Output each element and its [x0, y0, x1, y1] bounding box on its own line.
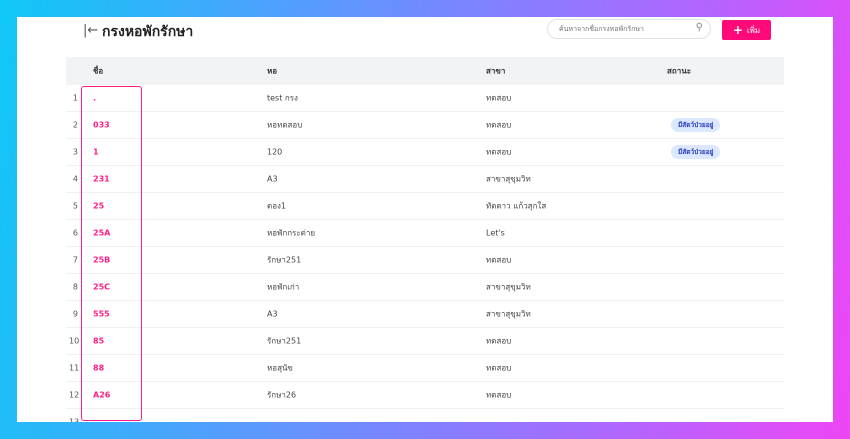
hall-cell: รักษา251: [267, 255, 302, 265]
row-index: 7: [72, 255, 78, 265]
hall-cell: รักษา26: [267, 390, 297, 400]
table-row[interactable]: 6 25A หอพักกระต่าย Let's: [66, 220, 784, 247]
table-row[interactable]: 9 555 A3 สาขาสุขุมวิท: [66, 301, 784, 328]
row-index: 2: [72, 120, 78, 130]
cage-name-link[interactable]: 25: [93, 202, 104, 211]
branch-cell: สาขาสุขุมวิท: [486, 309, 531, 319]
hall-cell: หอพักเก่า: [267, 282, 300, 292]
column-header-name[interactable]: ชื่อ: [93, 65, 103, 78]
cage-name-link[interactable]: 88: [93, 364, 104, 373]
table-row[interactable]: 1. test กรง ทดสอบ: [66, 85, 784, 112]
row-index: 9: [72, 309, 78, 319]
table-row[interactable]: 7 25B รักษา251 ทดสอบ: [66, 247, 784, 274]
branch-cell: ทดสอบ: [486, 390, 512, 400]
branch-cell: ทดสอบ: [486, 336, 512, 346]
row-index: 8: [72, 282, 78, 292]
status-badge: มีสัตว์ป่วยอยู่: [671, 145, 721, 159]
cage-name-link[interactable]: .: [93, 94, 96, 103]
row-index: 4: [72, 174, 78, 184]
table-row[interactable]: 4 231 A3 สาขาสุขุมวิท: [66, 166, 784, 193]
branch-cell: ทดสอบ: [486, 363, 512, 373]
branch-cell: ทดสอบ: [486, 120, 512, 130]
hall-cell: หอทดสอบ: [267, 120, 303, 130]
cage-name-link[interactable]: 25C: [93, 283, 110, 292]
row-index: 6: [72, 228, 78, 238]
search-input[interactable]: [557, 24, 691, 34]
row-index: 13: [69, 417, 80, 423]
cage-name-link[interactable]: A26: [93, 391, 110, 400]
hall-cell: test กรง: [267, 93, 298, 103]
branch-cell: สาขาสุขุมวิท: [486, 282, 531, 292]
cage-name-link[interactable]: 25A: [93, 229, 110, 238]
status-badge: มีสัตว์ป่วยอยู่: [671, 118, 721, 132]
table-row[interactable]: 13: [66, 409, 784, 423]
search-icon[interactable]: ⚲: [696, 22, 703, 33]
hall-cell: รักษา251: [267, 336, 302, 346]
table-row[interactable]: 5 25 ตอง1 ทัดดาว แก้วสุกใส: [66, 193, 784, 220]
hall-cell: หอพักกระต่าย: [267, 228, 316, 238]
column-header-hall[interactable]: หอ: [267, 65, 277, 78]
cage-name-link[interactable]: 555: [93, 310, 110, 319]
column-header-status[interactable]: สถานะ: [667, 65, 691, 78]
hall-cell: 120: [267, 147, 283, 157]
branch-cell: ทัดดาว แก้วสุกใส: [486, 201, 547, 211]
cage-name-link[interactable]: 25B: [93, 256, 110, 265]
table-row[interactable]: 8 25C หอพักเก่า สาขาสุขุมวิท: [66, 274, 784, 301]
add-label: เพิ่ม: [746, 25, 761, 35]
table-row[interactable]: 11 88 หอสุนัข ทดสอบ: [66, 355, 784, 382]
row-index: 12: [69, 390, 80, 400]
hall-cell: หอสุนัข: [267, 363, 293, 373]
cage-name-link[interactable]: 033: [93, 121, 110, 130]
cage-name-link[interactable]: 85: [93, 337, 104, 346]
row-index: 5: [72, 201, 78, 211]
row-index: 1: [72, 93, 78, 103]
add-button[interactable]: + เพิ่ม: [722, 20, 771, 40]
branch-cell: สาขาสุขุมวิท: [486, 174, 531, 184]
column-header-branch[interactable]: สาขา: [486, 65, 505, 78]
cage-table: ชื่อ หอ สาขา สถานะ 1. test กรง ทดสอบ 2 033 หอ…: [66, 57, 784, 422]
row-index: 10: [69, 336, 80, 346]
row-index: 3: [72, 147, 78, 157]
plus-icon: +: [732, 23, 743, 37]
cage-name-link[interactable]: 231: [93, 175, 110, 184]
table-header: ชื่อ หอ สาขา สถานะ: [66, 57, 784, 85]
table-row[interactable]: 3 1 120 ทดสอบ มีสัตว์ป่วยอยู่: [66, 139, 784, 166]
branch-cell: ทดสอบ: [486, 255, 512, 265]
branch-cell: ทดสอบ: [486, 93, 512, 103]
main-card: |← กรงหอพักรักษา ⚲ + เพิ่ม ชื่อ หอ สาขา …: [17, 17, 833, 422]
branch-cell: ทดสอบ: [486, 147, 512, 157]
hall-cell: ตอง1: [267, 201, 286, 211]
search-box[interactable]: ⚲: [547, 19, 711, 39]
row-index: 11: [69, 363, 80, 373]
branch-cell: Let's: [486, 228, 505, 238]
cage-name-link[interactable]: 1: [93, 148, 99, 157]
hall-cell: A3: [267, 174, 278, 184]
table-row[interactable]: 10 85 รักษา251 ทดสอบ: [66, 328, 784, 355]
hall-cell: A3: [267, 309, 278, 319]
table-row[interactable]: 12 A26 รักษา26 ทดสอบ: [66, 382, 784, 409]
arrow-left-bar-icon[interactable]: |←: [83, 23, 98, 38]
table-row[interactable]: 2 033 หอทดสอบ ทดสอบ มีสัตว์ป่วยอยู่: [66, 112, 784, 139]
page-title: กรงหอพักรักษา: [102, 24, 194, 40]
